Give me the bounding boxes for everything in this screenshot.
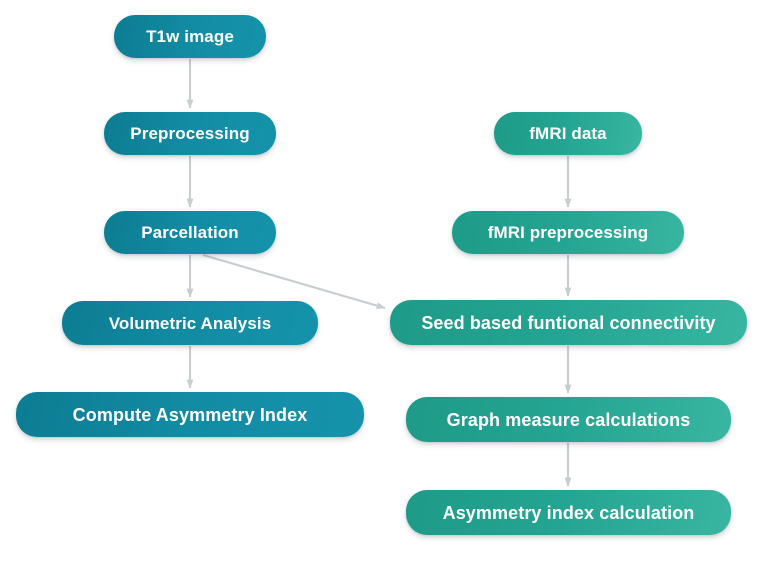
node-asymmetry-index-calculation[interactable]: Asymmetry index calculation bbox=[406, 490, 731, 535]
node-label: Graph measure calculations bbox=[446, 409, 691, 430]
node-preprocessing[interactable]: Preprocessing bbox=[104, 112, 276, 155]
node-parcellation[interactable]: Parcellation bbox=[104, 211, 276, 254]
node-label: Seed based funtional connectivity bbox=[421, 312, 716, 333]
node-label: Parcellation bbox=[141, 223, 239, 242]
node-seed-based-functional-connectivity[interactable]: Seed based funtional connectivity bbox=[390, 300, 747, 345]
connector-layer bbox=[186, 59, 572, 487]
node-label: Volumetric Analysis bbox=[108, 313, 272, 333]
node-graph-measure-calculations[interactable]: Graph measure calculations bbox=[406, 397, 731, 442]
flowchart-diagram: T1w image Preprocessing Parcellation Vol… bbox=[0, 0, 760, 571]
node-label: Preprocessing bbox=[130, 124, 250, 143]
node-t1w-image[interactable]: T1w image bbox=[114, 15, 266, 58]
node-label: Asymmetry index calculation bbox=[442, 502, 695, 523]
node-label: Compute Asymmetry Index bbox=[72, 404, 308, 425]
node-fmri-data[interactable]: fMRI data bbox=[494, 112, 642, 155]
node-label: T1w image bbox=[146, 27, 234, 46]
node-label: fMRI data bbox=[529, 124, 607, 143]
node-fmri-preprocessing[interactable]: fMRI preprocessing bbox=[452, 211, 684, 254]
node-compute-asymmetry-index[interactable]: Compute Asymmetry Index bbox=[16, 392, 364, 437]
node-label: fMRI preprocessing bbox=[487, 223, 649, 242]
node-volumetric-analysis[interactable]: Volumetric Analysis bbox=[62, 301, 318, 345]
